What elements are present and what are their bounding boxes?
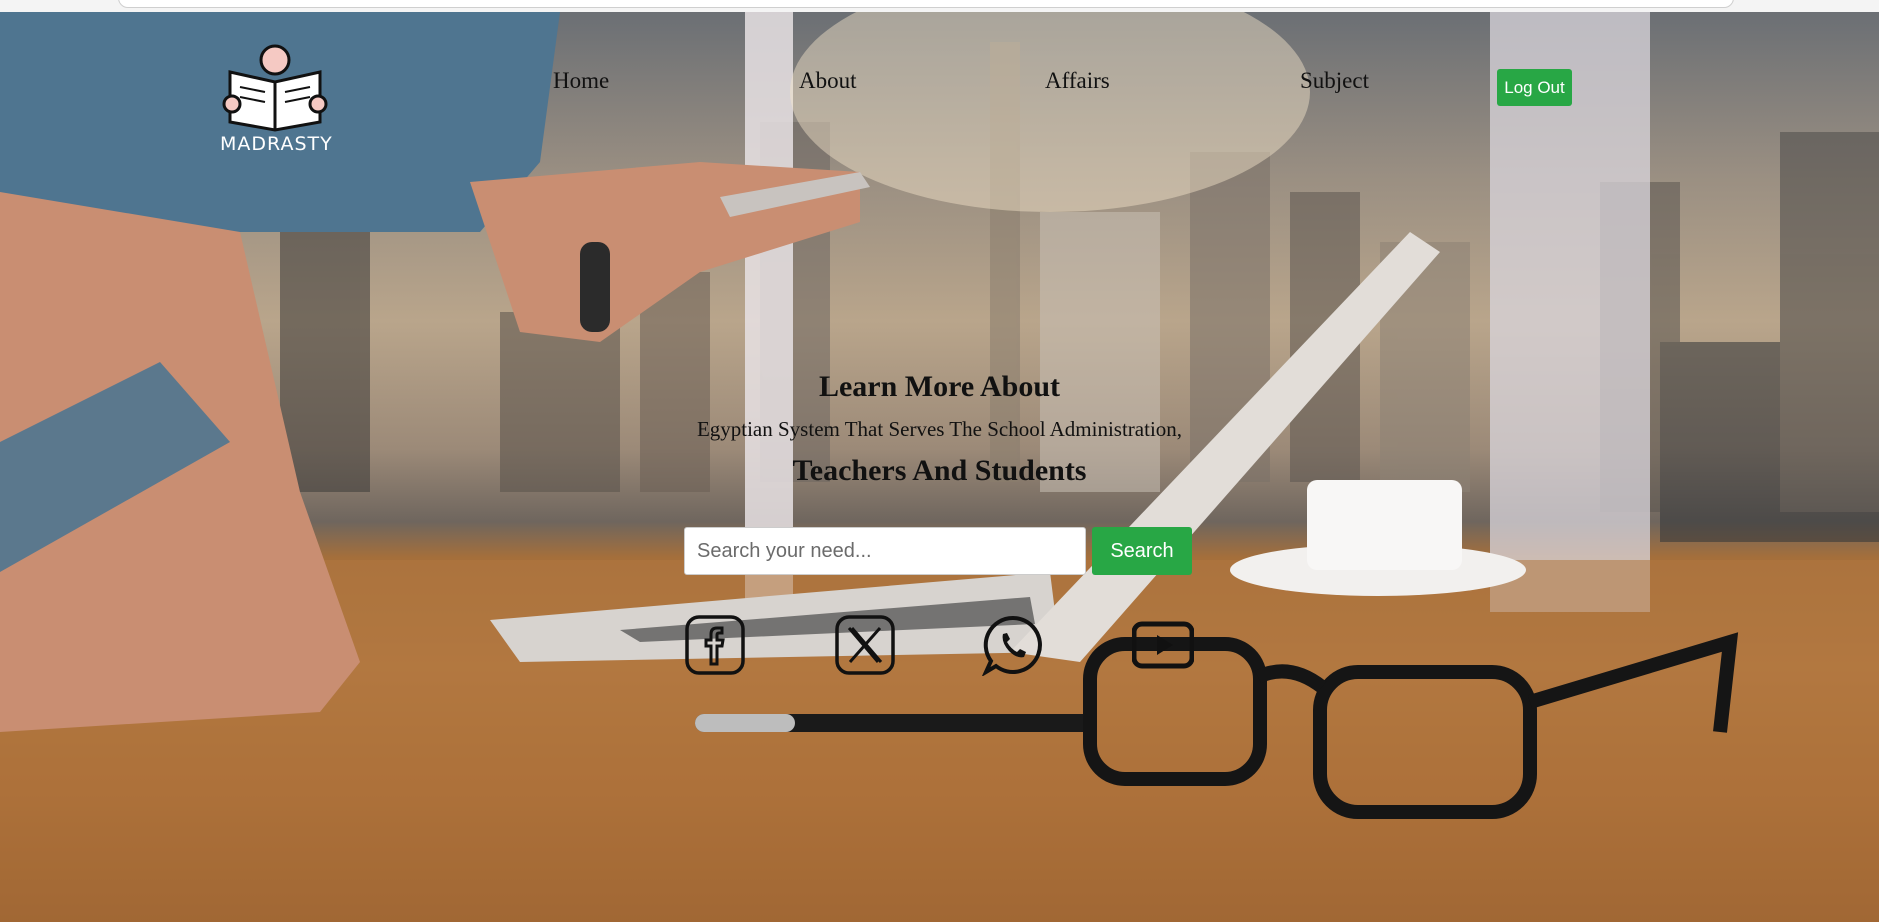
browser-chrome-strip	[0, 0, 1879, 12]
book-reader-icon	[222, 44, 328, 132]
youtube-icon[interactable]	[1131, 614, 1195, 676]
hero-section: MADRASTY Home About Affairs Subject Log …	[0, 12, 1879, 922]
hero-subtitle: Egyptian System That Serves The School A…	[696, 417, 1183, 441]
hero-title: Learn More About	[818, 370, 1061, 403]
hero-title-secondary: Teachers And Students	[792, 454, 1087, 487]
whatsapp-icon[interactable]	[981, 614, 1044, 678]
x-twitter-icon[interactable]	[834, 614, 896, 676]
brand-logo[interactable]: MADRASTY	[220, 42, 333, 155]
nav-about-link[interactable]: About	[799, 68, 857, 94]
nav-affairs-link[interactable]: Affairs	[1045, 68, 1110, 94]
address-bar-edge	[118, 0, 1734, 8]
nav-subject-link[interactable]: Subject	[1300, 68, 1369, 94]
facebook-icon[interactable]	[684, 614, 746, 676]
search-input[interactable]	[684, 527, 1086, 575]
brand-name: MADRASTY	[220, 133, 333, 155]
nav-home-link[interactable]: Home	[553, 68, 609, 94]
search-button[interactable]: Search	[1092, 527, 1192, 575]
logout-button[interactable]: Log Out	[1497, 69, 1572, 106]
